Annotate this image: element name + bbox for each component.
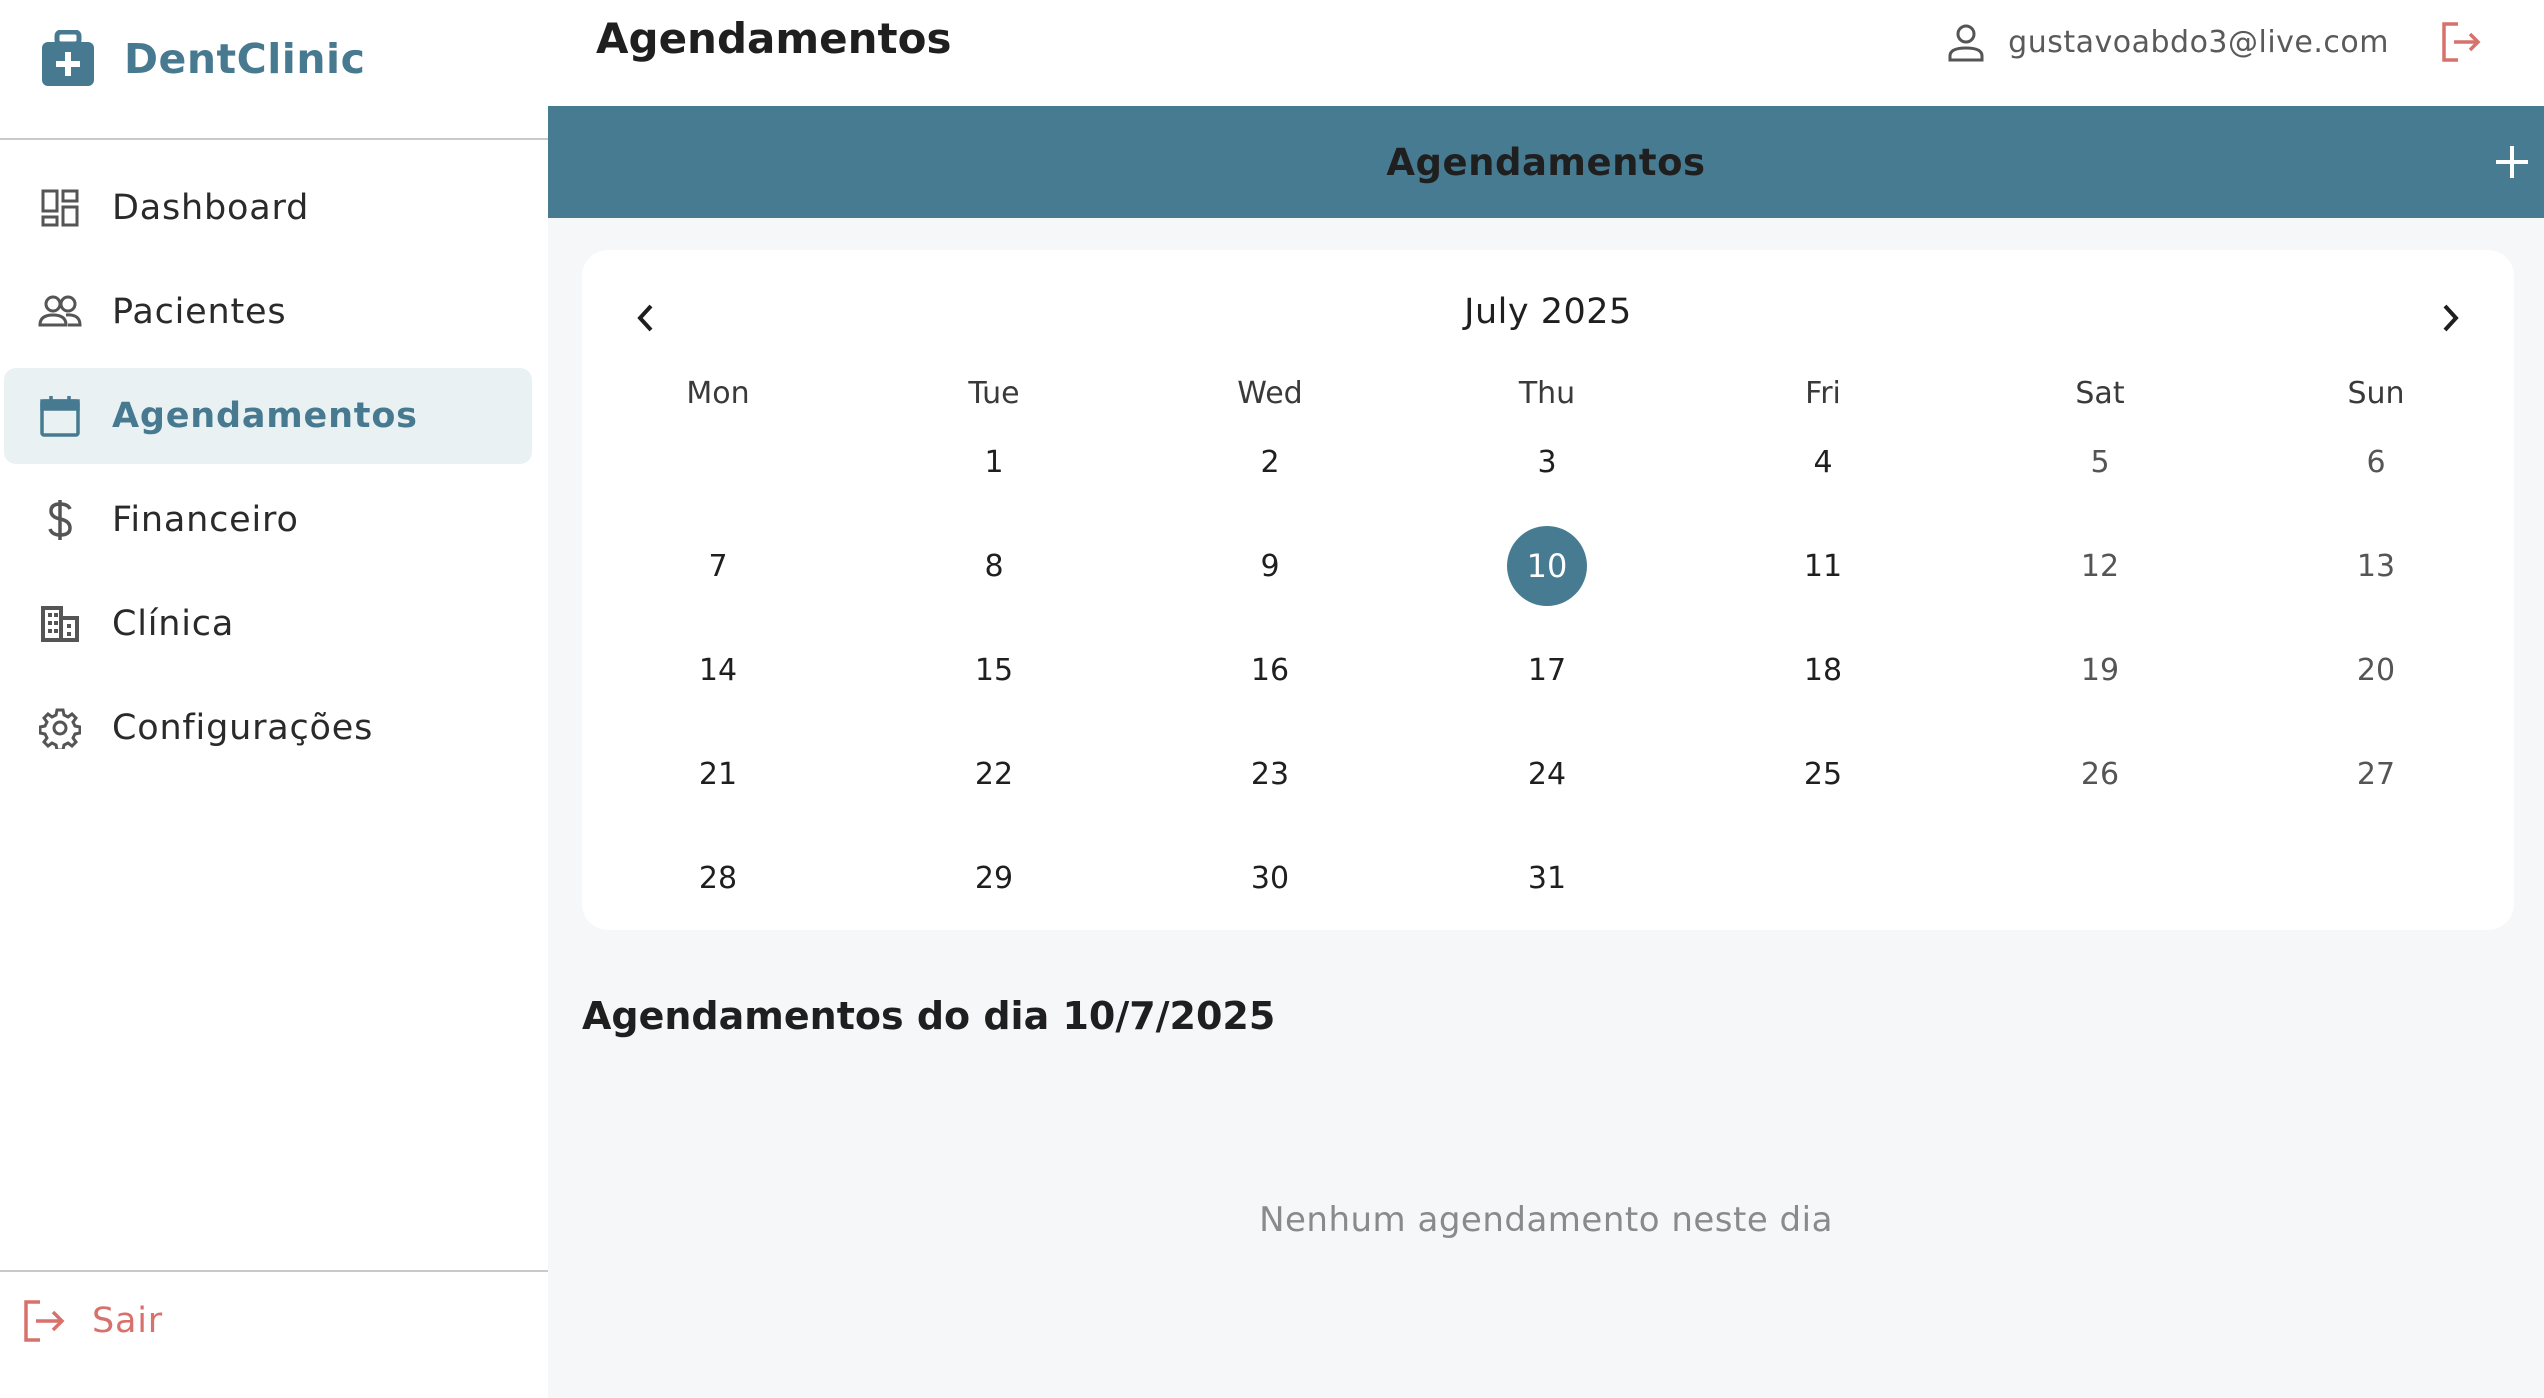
- chevron-right-icon: [2443, 304, 2459, 332]
- sidebar-item-label: Clínica: [112, 604, 235, 644]
- calendar-day[interactable]: 17: [1507, 630, 1587, 710]
- calendar-icon: [38, 394, 82, 438]
- sidebar-bottom-divider: [0, 1270, 548, 1272]
- calendar-day[interactable]: 16: [1230, 630, 1310, 710]
- sidebar-item-pacientes[interactable]: Pacientes: [4, 264, 532, 360]
- user-icon: [1948, 24, 1984, 62]
- calendar-day[interactable]: 29: [954, 838, 1034, 918]
- page-title: Agendamentos: [596, 14, 952, 63]
- sidebar-item-label: Dashboard: [112, 188, 310, 228]
- logout-icon[interactable]: [2436, 18, 2484, 66]
- calendar-day[interactable]: 6: [2336, 422, 2416, 502]
- calendar-day[interactable]: 12: [2060, 526, 2140, 606]
- calendar-day[interactable]: 13: [2336, 526, 2416, 606]
- calendar-day[interactable]: 22: [954, 734, 1034, 814]
- sidebar-item-label: Configurações: [112, 708, 374, 748]
- sidebar-item-dashboard[interactable]: Dashboard: [4, 160, 532, 256]
- sidebar-item-configuracoes[interactable]: Configurações: [4, 680, 532, 776]
- brand-name: DentClinic: [124, 35, 366, 83]
- calendar-day[interactable]: 28: [678, 838, 758, 918]
- calendar-day[interactable]: 1: [954, 422, 1034, 502]
- logout-label: Sair: [92, 1301, 163, 1341]
- weekday-label: Fri: [1805, 376, 1841, 411]
- sidebar-item-agendamentos[interactable]: Agendamentos: [4, 368, 532, 464]
- calendar-day[interactable]: 19: [2060, 630, 2140, 710]
- calendar-day[interactable]: 21: [678, 734, 758, 814]
- calendar-day[interactable]: 11: [1783, 526, 1863, 606]
- calendar-day-selected[interactable]: 10: [1507, 526, 1587, 606]
- sidebar: DentClinic Dashboard Pacientes Agendamen…: [0, 0, 548, 1398]
- calendar-day[interactable]: 23: [1230, 734, 1310, 814]
- month-title: July 2025: [1464, 292, 1632, 332]
- calendar-day[interactable]: 9: [1230, 526, 1310, 606]
- add-appointment-button[interactable]: [2492, 142, 2532, 182]
- dashboard-icon: [38, 186, 82, 230]
- calendar-day[interactable]: 7: [678, 526, 758, 606]
- brand[interactable]: DentClinic: [40, 28, 365, 90]
- section-title: Agendamentos: [1386, 140, 1706, 184]
- sidebar-item-financeiro[interactable]: Financeiro: [4, 472, 532, 568]
- sidebar-item-label: Financeiro: [112, 500, 299, 540]
- calendar: July 2025 Mon Tue Wed Thu Fri Sat Sun 12345678…: [582, 250, 2514, 930]
- calendar-day[interactable]: 20: [2336, 630, 2416, 710]
- gear-icon: [38, 706, 82, 750]
- logout-icon: [24, 1300, 65, 1342]
- building-icon: [38, 602, 82, 646]
- weekday-header: Mon Tue Wed Thu Fri Sat Sun: [582, 376, 2514, 416]
- calendar-day[interactable]: 4: [1783, 422, 1863, 502]
- user-email: gustavoabdo3@live.com: [2008, 24, 2389, 60]
- calendar-day[interactable]: 24: [1507, 734, 1587, 814]
- calendar-day[interactable]: 3: [1507, 422, 1587, 502]
- calendar-day[interactable]: 15: [954, 630, 1034, 710]
- main-content: Agendamentos July 2025 Mon Tue Wed Thu Fri Sa…: [548, 106, 2544, 1398]
- calendar-day[interactable]: 5: [2060, 422, 2140, 502]
- sidebar-item-label: Agendamentos: [112, 396, 418, 436]
- calendar-day[interactable]: 2: [1230, 422, 1310, 502]
- calendar-day[interactable]: 18: [1783, 630, 1863, 710]
- sidebar-divider: [0, 138, 548, 140]
- medical-kit-icon: [42, 30, 94, 86]
- sidebar-nav: Dashboard Pacientes Agendamentos Finance…: [4, 160, 532, 784]
- calendar-day[interactable]: 8: [954, 526, 1034, 606]
- weekday-label: Thu: [1518, 376, 1576, 411]
- calendar-day[interactable]: 27: [2336, 734, 2416, 814]
- calendar-day[interactable]: 31: [1507, 838, 1587, 918]
- calendar-day[interactable]: 26: [2060, 734, 2140, 814]
- day-appointments-heading: Agendamentos do dia 10/7/2025: [582, 994, 1276, 1038]
- calendar-day[interactable]: 14: [678, 630, 758, 710]
- dollar-icon: [38, 498, 82, 542]
- calendar-day[interactable]: 25: [1783, 734, 1863, 814]
- weekday-label: Tue: [968, 376, 1020, 411]
- sidebar-logout-button[interactable]: Sair: [20, 1295, 163, 1347]
- weekday-label: Mon: [686, 376, 750, 411]
- sidebar-item-label: Pacientes: [112, 292, 287, 332]
- weekday-label: Sun: [2347, 376, 2405, 411]
- weekday-label: Sat: [2075, 376, 2125, 411]
- empty-state-message: Nenhum agendamento neste dia: [1259, 1200, 1833, 1240]
- topbar: Agendamentos gustavoabdo3@live.com: [548, 0, 2544, 106]
- user-info: gustavoabdo3@live.com: [1944, 18, 2389, 66]
- next-month-button[interactable]: [2426, 294, 2474, 342]
- calendar-day[interactable]: 30: [1230, 838, 1310, 918]
- weekday-label: Wed: [1237, 376, 1303, 411]
- sidebar-item-clinica[interactable]: Clínica: [4, 576, 532, 672]
- people-icon: [38, 290, 82, 334]
- section-header: Agendamentos: [548, 106, 2544, 218]
